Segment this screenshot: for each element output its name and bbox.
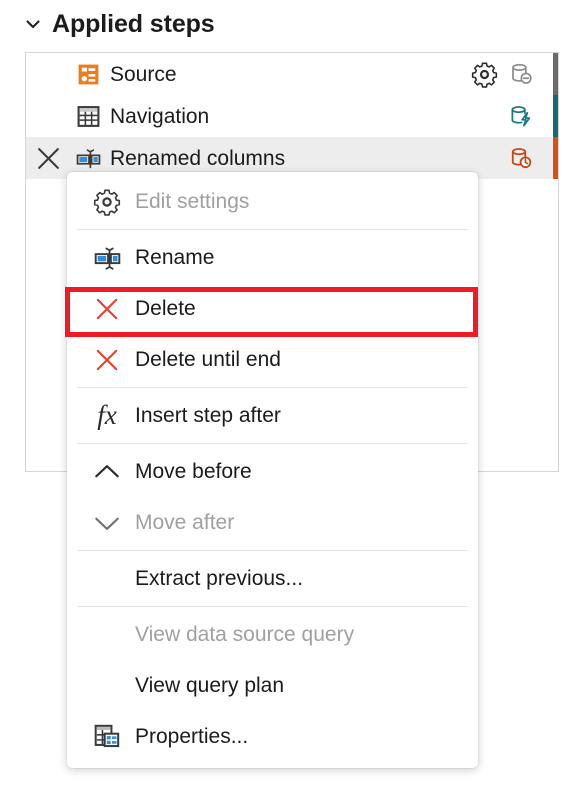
menu-separator [77, 387, 468, 388]
step-label: Source [110, 62, 177, 86]
menu-item-insert-step-after[interactable]: fx Insert step after [67, 390, 478, 441]
menu-item-label: View data source query [135, 623, 355, 646]
gear-icon [79, 188, 135, 216]
database-lightning-icon[interactable] [508, 103, 535, 130]
applied-steps-header[interactable]: Applied steps [24, 4, 215, 44]
menu-item-label: View query plan [135, 674, 285, 697]
step-label: Navigation [110, 104, 210, 128]
chevron-down-icon[interactable] [24, 15, 42, 33]
chevron-up-icon [79, 457, 135, 487]
rename-columns-icon [70, 146, 106, 171]
menu-item-label: Insert step after [135, 404, 281, 427]
menu-item-label: Delete until end [135, 348, 281, 371]
menu-item-label: Move before [135, 460, 252, 483]
menu-item-delete[interactable]: Delete [67, 283, 478, 334]
step-row[interactable]: Source [26, 53, 558, 95]
menu-item-label: Rename [135, 246, 215, 269]
step-status-bar [553, 53, 558, 95]
delete-x-icon [79, 295, 135, 323]
page-title: Applied steps [52, 9, 215, 38]
step-actions [508, 137, 558, 179]
gear-icon[interactable] [471, 61, 498, 88]
menu-item-properties[interactable]: Properties... [67, 711, 478, 762]
step-label: Renamed columns [110, 146, 286, 170]
database-clock-icon[interactable] [508, 145, 535, 172]
step-row[interactable]: Navigation [26, 95, 558, 137]
menu-item-label: Properties... [135, 725, 249, 748]
menu-item-rename[interactable]: Rename [67, 232, 478, 283]
delete-x-icon [79, 346, 135, 374]
menu-separator [77, 443, 468, 444]
source-table-icon [70, 62, 106, 87]
menu-item-label: Delete [135, 297, 196, 320]
step-actions [508, 95, 558, 137]
chevron-down-icon [79, 508, 135, 538]
table-grid-icon [70, 104, 106, 129]
menu-item-move-after[interactable]: Move after [67, 497, 478, 548]
menu-separator [77, 606, 468, 607]
step-delete-button[interactable] [26, 145, 70, 172]
menu-item-extract-previous[interactable]: Extract previous... [67, 553, 478, 604]
menu-item-view-query-plan[interactable]: View query plan [67, 660, 478, 711]
menu-item-label: Edit settings [135, 190, 250, 213]
step-status-bar [553, 95, 558, 137]
step-actions [471, 53, 558, 95]
step-status-bar [553, 137, 558, 179]
step-context-menu: Edit settings Rename Delete Delete until… [67, 172, 478, 768]
database-minus-icon[interactable] [508, 61, 535, 88]
menu-item-move-before[interactable]: Move before [67, 446, 478, 497]
menu-item-label: Extract previous... [135, 567, 304, 590]
menu-item-delete-until-end[interactable]: Delete until end [67, 334, 478, 385]
menu-separator [77, 550, 468, 551]
rename-icon [79, 244, 135, 271]
menu-item-label: Move after [135, 511, 235, 534]
menu-item-edit-settings[interactable]: Edit settings [67, 176, 478, 227]
menu-item-view-data-source-query[interactable]: View data source query [67, 609, 478, 660]
menu-separator [77, 229, 468, 230]
properties-icon [79, 723, 135, 750]
fx-icon: fx [97, 400, 117, 430]
